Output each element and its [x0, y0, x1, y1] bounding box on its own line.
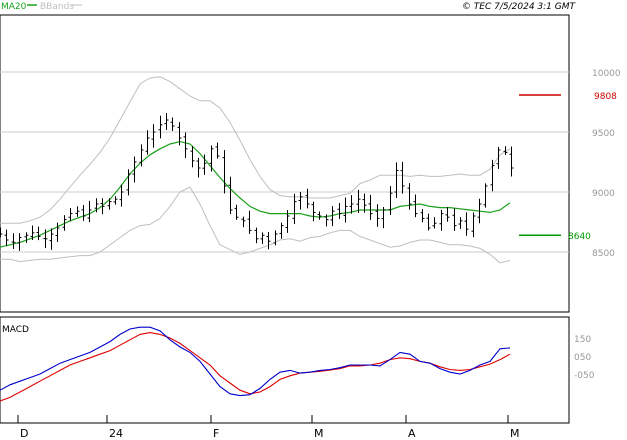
ohlc-bar	[75, 206, 80, 217]
macd-signal-line	[0, 332, 511, 402]
ohlc-bar	[81, 204, 86, 221]
macd-panel: MACD 150 050 -050	[0, 316, 595, 424]
ohlc-bar	[279, 222, 284, 239]
ohlc-bar	[496, 146, 501, 169]
ohlc-bar	[483, 183, 488, 208]
ohlc-bar	[471, 212, 476, 238]
ohlc-bar	[107, 198, 112, 210]
ohlc-bar	[400, 161, 405, 194]
macd-tick-label: -050	[574, 371, 595, 381]
ohlc-bar	[464, 212, 469, 236]
macd-line	[0, 326, 511, 397]
x-tick-label: A	[408, 427, 416, 440]
x-tick-label: M	[314, 427, 324, 440]
macd-tick-label: 050	[574, 353, 591, 363]
ohlc-bar	[247, 210, 252, 234]
support-resistance: 9808 8640	[519, 92, 617, 242]
support-label: 8640	[568, 232, 591, 242]
price-gridlines	[0, 71, 569, 253]
copyright-text: © TEC 7/5/2024 3:1 GMT	[462, 2, 577, 12]
ohlc-bar	[151, 124, 156, 148]
ohlc-bar	[311, 201, 316, 222]
legend: MA20 BBands © TEC 7/5/2024 3:1 GMT	[1, 2, 576, 12]
ohlc-bar	[145, 130, 150, 155]
ohlc-bar	[158, 115, 163, 139]
ohlc-bar	[317, 211, 322, 220]
price-panel: 9808 8640 8500 9000 9500 10000	[0, 14, 621, 313]
ohlc-bar	[190, 146, 195, 168]
ohlc-bar	[413, 194, 418, 218]
legend-bbands-label: BBands	[40, 2, 74, 12]
ohlc-bar	[241, 216, 246, 228]
ohlc-bar	[337, 203, 342, 220]
ohlc-bar	[132, 156, 137, 183]
ohlc-bar	[445, 207, 450, 222]
macd-panel-frame	[0, 316, 570, 424]
ohlc-bar	[36, 226, 41, 241]
ohlc-bar	[113, 196, 118, 205]
macd-tick-label: 150	[574, 335, 591, 345]
ohlc-bar	[292, 193, 297, 225]
ohlc-bar	[11, 233, 16, 250]
ohlc-bar	[343, 197, 348, 223]
ohlc-bar	[215, 142, 220, 159]
x-tick-label: D	[20, 427, 28, 440]
ohlc-bar	[439, 209, 444, 231]
bbands-lower-line	[0, 186, 511, 264]
ohlc-bar	[234, 204, 239, 220]
macd-title: MACD	[2, 325, 29, 335]
ohlc-bar	[87, 200, 92, 223]
ohlc-bar	[452, 208, 457, 231]
ohlc-bar	[420, 209, 425, 223]
ohlc-bar	[260, 232, 265, 244]
x-tick-label: 24	[109, 427, 123, 440]
ohlc-bar	[164, 112, 169, 131]
ohlc-bar	[228, 176, 233, 215]
ma20-line	[0, 140, 511, 248]
resistance-label: 9808	[594, 92, 617, 102]
legend-ma20-label: MA20	[1, 2, 27, 12]
y-tick-label: 9000	[592, 189, 615, 199]
ohlc-bar	[432, 217, 437, 229]
macd-lines	[0, 326, 511, 402]
ohlc-bar	[394, 162, 399, 199]
ohlc-bar	[254, 227, 259, 244]
ohlc-bar	[273, 230, 278, 246]
ohlc-bar	[196, 158, 201, 178]
ohlc-bar	[298, 191, 303, 210]
ohlc-bar	[209, 145, 214, 172]
ohlc-bar	[349, 195, 354, 214]
ohlc-bar	[68, 207, 73, 222]
ohlc-bar	[266, 231, 271, 250]
ohlc-bar	[222, 150, 227, 194]
ohlc-bar	[375, 204, 380, 227]
ohlc-bar	[368, 194, 373, 220]
chart-canvas: 9808 8640 8500 9000 9500 10000 MA20 BBands ©…	[0, 2, 621, 440]
ohlc-bar	[183, 132, 188, 159]
ohlc-bar	[49, 228, 54, 250]
ohlc-bar	[4, 229, 9, 247]
ohlc-bar	[426, 213, 431, 231]
ohlc-bar	[509, 146, 514, 177]
price-panel-frame	[0, 14, 570, 313]
ohlc-bar	[0, 227, 3, 238]
y-tick-label: 10000	[592, 69, 621, 79]
ma20-line-group	[0, 140, 511, 248]
y-tick-label: 9500	[592, 129, 615, 139]
x-axis: D 24 F M A M	[0, 415, 569, 440]
bbands-lines	[0, 76, 511, 264]
ohlc-bar	[388, 186, 393, 215]
ohlc-bars	[0, 112, 514, 251]
ohlc-bar	[490, 159, 495, 192]
ohlc-bar	[24, 232, 29, 243]
x-tick-label: F	[213, 427, 219, 440]
bbands-upper-line	[0, 76, 511, 224]
y-tick-label: 8500	[592, 249, 615, 259]
ohlc-bar	[458, 217, 463, 229]
ohlc-bar	[126, 169, 131, 196]
x-tick-label: M	[510, 427, 520, 440]
macd-axis-labels: 150 050 -050	[574, 335, 595, 381]
ohlc-bar	[170, 117, 175, 131]
